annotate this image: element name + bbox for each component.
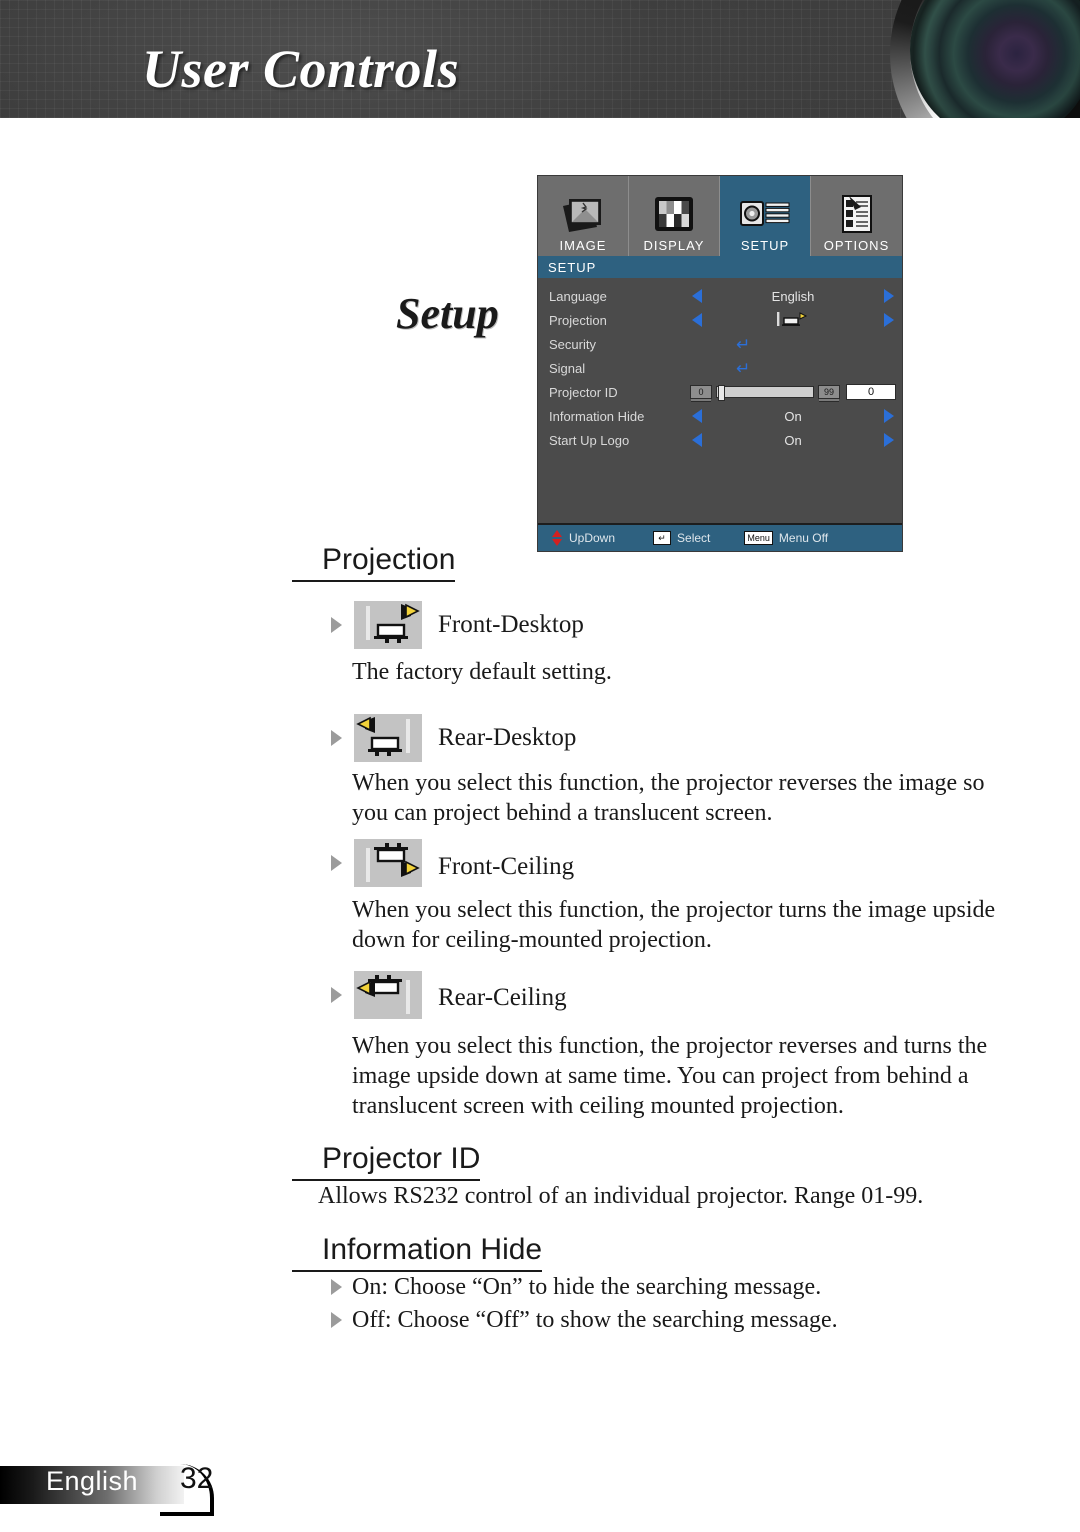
slider-max-button[interactable]: 99	[818, 385, 840, 399]
osd-row-label: Signal	[549, 360, 586, 376]
bullet-triangle-icon	[331, 617, 342, 633]
bullet-text-on: On: Choose “On” to hide the searching me…	[352, 1274, 822, 1300]
enter-arrow-icon[interactable]: ↵	[736, 336, 750, 353]
section-heading-projector-id: Projector ID	[292, 1142, 481, 1181]
osd-row-value: On	[784, 432, 802, 448]
rear-desktop-projection-icon	[354, 714, 422, 762]
osd-row-control[interactable]: ↵	[690, 332, 902, 356]
osd-status-bar: UpDown ↵ Select Menu Menu Off	[538, 523, 902, 551]
osd-row-information-hide[interactable]: Information Hide On	[538, 404, 902, 428]
osd-row-label: Information Hide	[549, 408, 645, 424]
option-desc-front-ceiling: When you select this function, the proje…	[352, 897, 996, 953]
right-arrow-icon[interactable]	[884, 433, 894, 447]
footer-language-label: English	[46, 1466, 139, 1496]
option-label-front-desktop: Front-Desktop	[438, 611, 584, 638]
front-desktop-projection-icon	[354, 601, 422, 649]
left-arrow-icon[interactable]	[692, 409, 702, 423]
osd-tab-label: OPTIONS	[823, 238, 890, 253]
osd-row-control[interactable]: On	[690, 428, 902, 452]
option-label-front-ceiling: Front-Ceiling	[438, 853, 575, 880]
osd-tab-setup[interactable]: SETUP	[720, 176, 811, 256]
camera-lens-icon	[910, 0, 1080, 118]
osd-hint-label: Menu Off	[778, 531, 829, 545]
osd-row-control[interactable]	[690, 308, 902, 332]
osd-tab-label: DISPLAY	[643, 238, 705, 253]
bullet-triangle-icon	[331, 730, 342, 746]
left-arrow-icon[interactable]	[692, 289, 702, 303]
osd-row-label: Projector ID	[549, 384, 618, 400]
osd-tab-label: SETUP	[740, 238, 790, 253]
slider-knob[interactable]	[718, 385, 725, 401]
section-heading-projection: Projection	[292, 543, 456, 582]
slider-min-button[interactable]: 0	[690, 385, 712, 399]
osd-tab-image[interactable]: IMAGE	[538, 176, 629, 256]
osd-hint-menu-off: Menu Menu Off	[744, 531, 828, 545]
osd-row-control[interactable]: On	[690, 404, 902, 428]
bullet-triangle-icon	[331, 987, 342, 1003]
osd-row-label: Security	[549, 336, 596, 352]
osd-title-bar: SETUP	[538, 256, 902, 278]
bullet-text-off: Off: Choose “Off” to show the searching …	[352, 1307, 838, 1333]
osd-tab-label: IMAGE	[559, 238, 607, 253]
option-desc-rear-desktop: When you select this function, the proje…	[352, 770, 985, 826]
left-arrow-icon[interactable]	[692, 433, 702, 447]
options-list-icon	[839, 190, 875, 238]
display-grid-icon	[653, 190, 695, 238]
right-arrow-icon[interactable]	[884, 313, 894, 327]
right-arrow-icon[interactable]	[884, 409, 894, 423]
left-arrow-icon[interactable]	[692, 313, 702, 327]
osd-tab-options[interactable]: OPTIONS	[811, 176, 902, 256]
option-label-rear-desktop: Rear-Desktop	[438, 724, 577, 751]
osd-tab-bar: IMAGE DISPLAY SETUP OPTIONS	[538, 176, 902, 256]
enter-key-icon: ↵	[653, 531, 672, 545]
bullet-triangle-icon	[331, 1279, 342, 1295]
page-title: User Controls	[142, 39, 460, 99]
osd-row-projector-id[interactable]: Projector ID 0 99 0	[538, 380, 902, 404]
osd-row-language[interactable]: Language English	[538, 284, 902, 308]
right-arrow-icon[interactable]	[884, 289, 894, 303]
osd-row-projection[interactable]: Projection	[538, 308, 902, 332]
option-label-rear-ceiling: Rear-Ceiling	[438, 984, 567, 1011]
osd-row-value: English	[771, 288, 815, 304]
osd-hint-label: Select	[677, 531, 711, 545]
osd-tab-display[interactable]: DISPLAY	[629, 176, 720, 256]
section-heading-information-hide: Information Hide	[292, 1233, 543, 1272]
osd-menu: IMAGE DISPLAY SETUP OPTIONS SETUP Langua…	[538, 176, 902, 551]
osd-row-list: Language English Projection Security ↵ S…	[538, 278, 902, 452]
option-desc-front-desktop: The factory default setting.	[352, 659, 612, 685]
osd-row-label: Language	[549, 288, 607, 304]
front-ceiling-projection-icon	[354, 839, 422, 887]
projector-id-slider[interactable]	[716, 385, 814, 401]
section-word-setup: Setup	[396, 289, 499, 338]
section-desc-projector-id: Allows RS232 control of an individual pr…	[318, 1183, 924, 1209]
osd-row-control[interactable]: 0 99 0	[690, 380, 902, 404]
osd-row-control[interactable]: English	[690, 284, 902, 308]
image-stack-icon	[560, 190, 606, 238]
setup-panel-icon	[740, 190, 790, 238]
osd-row-signal[interactable]: Signal ↵	[538, 356, 902, 380]
osd-row-label: Start Up Logo	[549, 432, 630, 448]
osd-hint-label: UpDown	[569, 531, 616, 545]
menu-key-icon: Menu	[744, 531, 773, 545]
osd-row-label: Projection	[549, 312, 607, 328]
projector-id-value[interactable]: 0	[846, 384, 896, 400]
option-desc-rear-ceiling: When you select this function, the proje…	[352, 1033, 988, 1119]
osd-row-value	[702, 311, 884, 330]
rear-ceiling-projection-icon	[354, 971, 422, 1019]
osd-row-control[interactable]: ↵	[690, 356, 902, 380]
osd-row-value: On	[784, 408, 802, 424]
page-header: User Controls	[0, 0, 1080, 118]
osd-hint-select: ↵ Select	[653, 531, 710, 545]
bullet-triangle-icon	[331, 1312, 342, 1328]
up-down-arrows-icon	[552, 530, 563, 546]
footer-page-number: 32	[180, 1462, 214, 1495]
bullet-triangle-icon	[331, 855, 342, 871]
osd-hint-updown: UpDown	[552, 530, 615, 546]
front-desktop-projection-icon	[776, 311, 810, 330]
osd-row-start-up-logo[interactable]: Start Up Logo On	[538, 428, 902, 452]
osd-row-security[interactable]: Security ↵	[538, 332, 902, 356]
enter-arrow-icon[interactable]: ↵	[736, 360, 750, 377]
